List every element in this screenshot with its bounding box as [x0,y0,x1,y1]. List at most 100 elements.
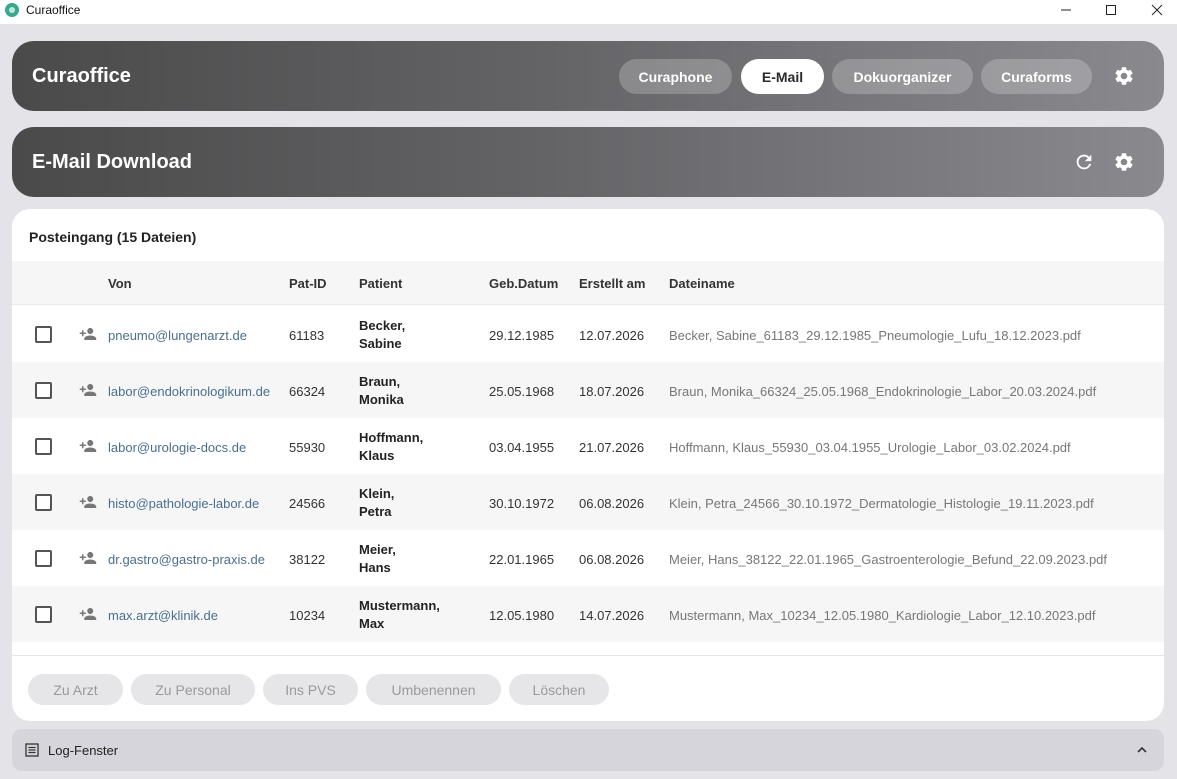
umbenennen-button[interactable]: Umbenennen [366,674,501,705]
patient-id: 66324 [289,384,326,399]
column-pat-id[interactable]: Pat-ID [289,276,327,291]
sender-email[interactable]: labor@urologie-docs.de [108,440,246,455]
window-title: Curaoffice [26,3,81,17]
tab-curaforms[interactable]: Curaforms [981,59,1092,94]
row-checkbox[interactable] [35,550,52,567]
gear-icon [1115,153,1133,171]
app-logo-icon [5,3,19,17]
ins-pvs-button[interactable]: Ins PVS [263,674,358,705]
refresh-button[interactable] [1073,151,1095,173]
file-name: Becker, Sabine_61183_29.12.1985_Pneumolo… [669,328,1081,343]
patient-name: Braun, Monika [359,373,479,409]
table-row[interactable]: max.arzt@klinik.de 10234 Mustermann, Max … [12,586,1164,642]
patient-lastname: Braun, [359,374,401,389]
patient-id: 61183 [289,328,325,343]
sender-email[interactable]: histo@pathologie-labor.de [108,496,259,511]
zu-arzt-button[interactable]: Zu Arzt [28,674,123,705]
inbox-panel: Posteingang (15 Dateien) Von Pat-ID Pati… [12,209,1164,721]
close-icon [1151,4,1163,16]
patient-firstname: Petra [359,504,392,519]
patient-lastname: Klein, [359,486,395,501]
actions-divider [12,655,1164,656]
patient-lastname: Meier, [359,542,396,557]
app-settings-button[interactable] [1113,65,1135,87]
loeschen-button[interactable]: Löschen [509,674,609,705]
row-checkbox[interactable] [35,494,52,511]
patient-id: 10234 [289,608,326,623]
file-name: Meier, Hans_38122_22.01.1965_Gastroenter… [669,552,1108,567]
chevron-up-icon[interactable] [1135,744,1149,756]
section-header: E-Mail Download [12,127,1164,197]
person-add-icon[interactable] [78,381,98,399]
patient-firstname: Klaus [359,448,395,463]
app-header: Curaoffice Curaphone E-Mail Dokuorganize… [12,41,1164,111]
maximize-icon [1106,5,1116,15]
birth-date: 03.04.1955 [489,440,555,455]
log-label: Log-Fenster [48,743,119,758]
birth-date: 22.01.1965 [489,552,555,567]
patient-id: 38122 [289,552,326,567]
minimize-icon [1061,9,1071,11]
patient-firstname: Max [359,616,385,631]
zu-personal-button[interactable]: Zu Personal [131,674,255,705]
table-header: Von Pat-ID Patient Geb.Datum Erstellt am… [12,261,1164,305]
created-date: 18.07.2026 [579,384,645,399]
column-dateiname[interactable]: Dateiname [669,276,735,291]
minimize-button[interactable] [1043,0,1089,20]
patient-name: Hoffmann, Klaus [359,429,479,465]
created-date: 06.08.2026 [579,552,645,567]
table-row[interactable]: labor@endokrinologikum.de 66324 Braun, Mo… [12,362,1164,418]
patient-id: 24566 [289,496,326,511]
created-date: 14.07.2026 [579,608,645,623]
list-icon [25,743,39,757]
close-button[interactable] [1134,0,1177,20]
log-panel-toggle[interactable]: Log-Fenster [12,729,1164,771]
gear-icon [1115,67,1133,85]
patient-lastname: Mustermann, [359,598,440,613]
person-add-icon[interactable] [78,437,98,455]
table-row[interactable]: pneumo@lungenarzt.de 61183 Becker, Sabine… [12,306,1164,362]
section-title: E-Mail Download [32,151,192,173]
column-erstellt-am[interactable]: Erstellt am [579,276,645,291]
created-date: 21.07.2026 [579,440,645,455]
maximize-button[interactable] [1088,0,1134,20]
tab-email[interactable]: E-Mail [741,59,824,94]
row-checkbox[interactable] [35,326,52,343]
tab-curaphone[interactable]: Curaphone [619,59,732,94]
person-add-icon[interactable] [78,493,98,511]
sender-email[interactable]: labor@endokrinologikum.de [108,384,270,399]
row-checkbox[interactable] [35,606,52,623]
sender-email[interactable]: dr.gastro@gastro-praxis.de [108,552,265,567]
sender-email[interactable]: max.arzt@klinik.de [108,608,218,623]
column-geb-datum[interactable]: Geb.Datum [489,276,558,291]
patient-lastname: Hoffmann, [359,430,424,445]
app-title: Curaoffice [32,65,131,87]
birth-date: 30.10.1972 [489,496,555,511]
created-date: 12.07.2026 [579,328,645,343]
column-von[interactable]: Von [108,276,132,291]
patient-firstname: Hans [359,560,391,575]
birth-date: 12.05.1980 [489,608,555,623]
section-settings-button[interactable] [1113,151,1135,173]
tab-dokuorganizer[interactable]: Dokuorganizer [832,59,973,94]
person-add-icon[interactable] [78,549,98,567]
file-name: Hoffmann, Klaus_55930_03.04.1955_Urologi… [669,440,1071,455]
file-name: Klein, Petra_24566_30.10.1972_Dermatolog… [669,496,1094,511]
refresh-icon [1076,154,1092,170]
row-checkbox[interactable] [35,438,52,455]
table-row[interactable]: histo@pathologie-labor.de 24566 Klein, Pe… [12,474,1164,530]
person-add-icon[interactable] [78,605,98,623]
sender-email[interactable]: pneumo@lungenarzt.de [108,328,247,343]
patient-firstname: Monika [359,392,404,407]
table-row[interactable]: dr.gastro@gastro-praxis.de 38122 Meier, H… [12,530,1164,586]
file-name: Mustermann, Max_10234_12.05.1980_Kardiol… [669,608,1096,623]
birth-date: 25.05.1968 [489,384,555,399]
patient-name: Mustermann, Max [359,597,479,633]
person-add-icon[interactable] [78,325,98,343]
patient-name: Becker, Sabine [359,317,479,353]
table-row[interactable]: labor@urologie-docs.de 55930 Hoffmann, Kl… [12,418,1164,474]
column-patient[interactable]: Patient [359,276,402,291]
row-checkbox[interactable] [35,382,52,399]
patient-name: Meier, Hans [359,541,479,577]
patient-id: 55930 [289,440,326,455]
